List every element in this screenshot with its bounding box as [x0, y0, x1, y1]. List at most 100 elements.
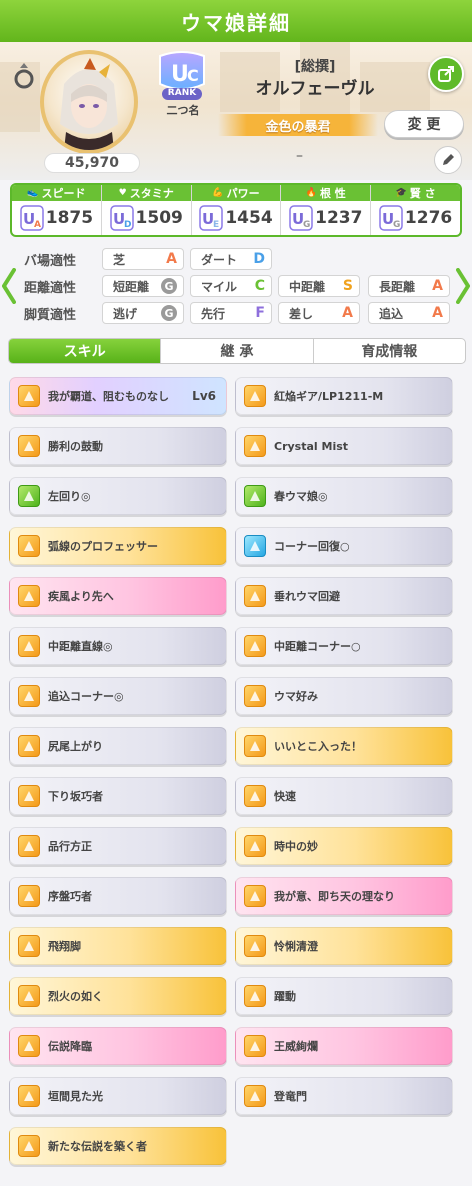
skill-icon: [18, 1035, 40, 1057]
rank-label: RANK: [167, 88, 197, 98]
skill-icon: [18, 385, 40, 407]
skill-item[interactable]: 伝説降臨: [9, 1027, 227, 1065]
skill-item[interactable]: 尻尾上がり: [9, 727, 227, 765]
stat-body: U G 1276: [371, 201, 460, 235]
skill-name: ウマ好み: [274, 690, 318, 703]
stat-label: スピード: [41, 187, 86, 200]
skill-item[interactable]: ウマ好み: [235, 677, 453, 715]
skill-icon: [18, 1085, 40, 1107]
skill-icon: [244, 735, 266, 757]
stat-value: 1237: [315, 208, 363, 228]
skill-icon: [18, 785, 40, 807]
title-badge-text: 金色の暴君: [265, 119, 331, 135]
secondary-value: –: [296, 148, 303, 164]
change-button[interactable]: 変 更: [384, 110, 464, 138]
skill-item[interactable]: 新たな伝説を築く者: [9, 1127, 227, 1165]
skill-icon: [244, 585, 266, 607]
edit-button[interactable]: [434, 146, 462, 174]
skill-item[interactable]: 品行方正: [9, 827, 227, 865]
skill-name: 尻尾上がり: [48, 740, 103, 753]
share-button[interactable]: [428, 56, 464, 92]
page-title: ウマ娘詳細: [0, 0, 472, 42]
skill-name: 快速: [274, 790, 296, 803]
stat-header: ♥ スタミナ: [101, 185, 191, 201]
stat-2: 💪 パワー U E 1454: [191, 185, 282, 235]
aptitude-grade: A: [432, 305, 443, 321]
skill-item[interactable]: 中距離コーナー○: [235, 627, 453, 665]
skill-item[interactable]: 我が意、即ち天の理なり: [235, 877, 453, 915]
skill-item[interactable]: 追込コーナー◎: [9, 677, 227, 715]
skill-name: 追込コーナー◎: [48, 690, 124, 703]
aptitude-name: 短距離: [113, 279, 150, 294]
skill-name: 怜悧清澄: [274, 940, 318, 953]
skill-item[interactable]: 弧線のプロフェッサー: [9, 527, 227, 565]
stat-label: パワー: [226, 187, 260, 200]
stat-body: U E 1454: [192, 201, 281, 235]
avatar[interactable]: [40, 50, 138, 154]
skill-item[interactable]: 時中の妙: [235, 827, 453, 865]
aptitude-cell: 逃げ G: [102, 302, 184, 324]
stat-0: 👟 スピード U A 1875: [12, 185, 102, 235]
aptitude-grade: A: [432, 278, 443, 294]
skill-item[interactable]: コーナー回復○: [235, 527, 453, 565]
aptitude-grade: S: [342, 278, 353, 294]
skill-item[interactable]: いいとこ入った！: [235, 727, 453, 765]
stat-3: 🔥 根 性 U G 1237: [281, 185, 372, 235]
ring-icon[interactable]: [12, 60, 36, 90]
share-icon: [438, 66, 454, 82]
tab-0[interactable]: スキル: [9, 339, 162, 363]
skill-item[interactable]: 烈火の如く: [9, 977, 227, 1015]
skill-name: 品行方正: [48, 840, 92, 853]
skill-item[interactable]: 怜悧清澄: [235, 927, 453, 965]
aptitude-name: ダート: [201, 252, 238, 267]
skill-name: 紅焔ギア/LP1211-M: [274, 390, 384, 403]
skill-item[interactable]: 垂れウマ回避: [235, 577, 453, 615]
aptitude-row-label: 距離適性: [24, 275, 96, 297]
tab-bar: スキル継 承育成情報: [8, 338, 466, 364]
skill-item[interactable]: 我が覇道、阻むものなし Lv6: [9, 377, 227, 415]
svg-text:G: G: [303, 220, 310, 230]
aptitude-cell: 芝A: [102, 248, 184, 270]
skill-item[interactable]: 飛翔脚: [9, 927, 227, 965]
skill-level: Lv6: [192, 389, 216, 403]
skill-icon: [18, 535, 40, 557]
skill-name: 疾風より先へ: [48, 590, 114, 603]
aptitude-cell: 中距離 S: [278, 275, 360, 297]
skill-icon: [244, 1085, 266, 1107]
page-title-text: ウマ娘詳細: [181, 10, 291, 35]
skill-icon: [18, 485, 40, 507]
skill-item[interactable]: 王威絢爛: [235, 1027, 453, 1065]
stat-header: 💪 パワー: [191, 185, 281, 201]
skill-item[interactable]: 躍動: [235, 977, 453, 1015]
aptitude-cell: 追込 A: [368, 302, 450, 324]
svg-text:A: A: [34, 220, 41, 230]
aptitude-cell: 短距離 G: [102, 275, 184, 297]
skill-item[interactable]: 疾風より先へ: [9, 577, 227, 615]
skill-item[interactable]: 快速: [235, 777, 453, 815]
skill-item[interactable]: 登竜門: [235, 1077, 453, 1115]
skill-icon: [18, 635, 40, 657]
skill-item[interactable]: 垣間見た光: [9, 1077, 227, 1115]
rank-subtitle: 二つ名: [166, 104, 200, 117]
svg-text:C: C: [187, 66, 199, 85]
skill-icon: [244, 985, 266, 1007]
skill-icon: [244, 835, 266, 857]
skill-icon: [18, 985, 40, 1007]
skill-item[interactable]: 中距離直線◎: [9, 627, 227, 665]
aptitude-grade: D: [253, 251, 265, 267]
skill-name: 弧線のプロフェッサー: [48, 540, 158, 553]
skill-item[interactable]: 序盤巧者: [9, 877, 227, 915]
skill-name: 中距離コーナー○: [274, 640, 361, 653]
skill-item[interactable]: 紅焔ギア/LP1211-M: [235, 377, 453, 415]
tab-2[interactable]: 育成情報: [314, 339, 465, 363]
tab-1[interactable]: 継 承: [161, 339, 314, 363]
skill-item[interactable]: 左回り◎: [9, 477, 227, 515]
aptitude-name: 先行: [201, 306, 226, 321]
skill-item[interactable]: Crystal Mist: [235, 427, 453, 465]
skill-item[interactable]: 勝利の鼓動: [9, 427, 227, 465]
chevron-right-icon[interactable]: [456, 268, 470, 304]
skill-item[interactable]: 下り坂巧者: [9, 777, 227, 815]
chevron-left-icon[interactable]: [2, 268, 16, 304]
skill-item[interactable]: 春ウマ娘◎: [235, 477, 453, 515]
character-portrait-icon: [60, 58, 118, 150]
